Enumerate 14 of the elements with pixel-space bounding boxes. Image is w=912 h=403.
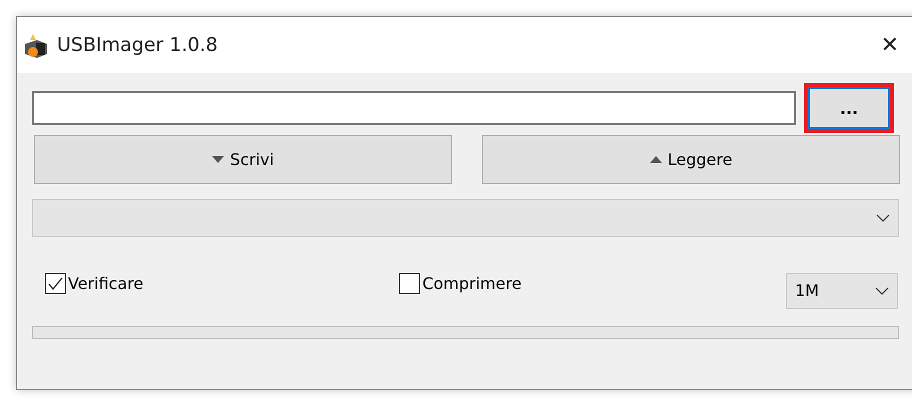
option-checkbox[interactable]: Verificare — [45, 272, 144, 294]
window-title: USBImager 1.0.8 — [57, 34, 218, 56]
triangle-icon — [650, 156, 662, 163]
chevron-icon — [875, 286, 889, 294]
chevron-icon — [876, 214, 890, 222]
option-checkbox[interactable]: Comprimere — [399, 272, 522, 294]
buffer-dropdown[interactable]: 1M — [786, 272, 898, 308]
browse-button[interactable]: ... — [808, 87, 890, 129]
action-button[interactable]: Leggere — [482, 135, 900, 184]
action-button[interactable]: Scrivi — [34, 135, 452, 184]
close-button[interactable]: ✕ — [876, 32, 903, 58]
triangle-icon — [212, 156, 224, 163]
image-file-field[interactable] — [32, 91, 796, 125]
check-icon — [48, 276, 63, 290]
